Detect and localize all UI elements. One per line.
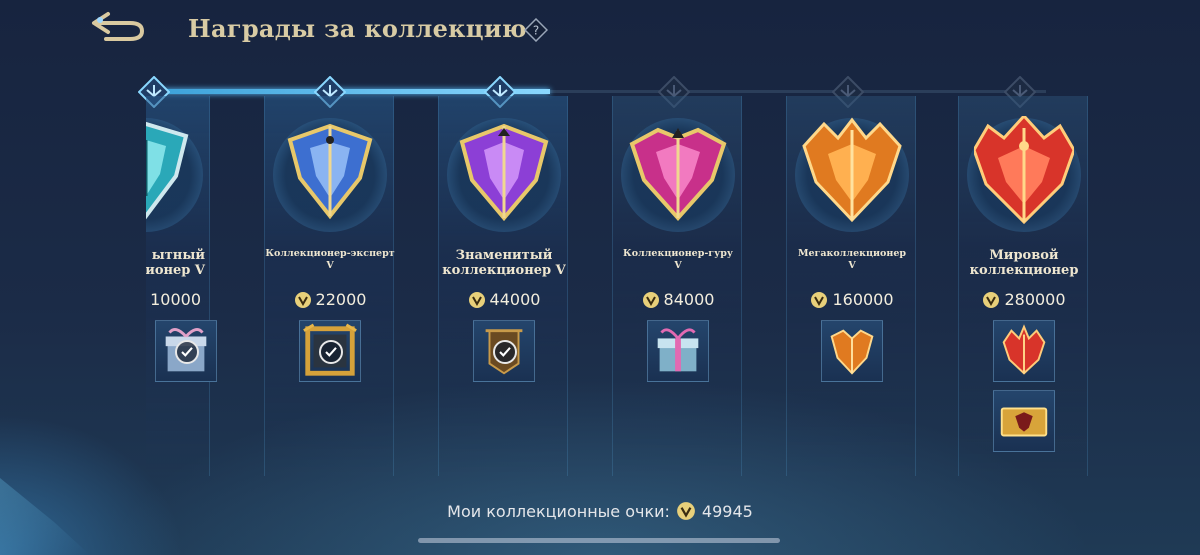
tier-points-value: 84000 [663, 290, 715, 309]
my-points: Мои коллекционные очки: 49945 [0, 501, 1200, 521]
gift-box-icon [657, 328, 699, 372]
red-emblem-icon [1002, 324, 1046, 375]
tier-points-value: 44000 [489, 290, 541, 309]
reward-item[interactable] [473, 320, 535, 382]
reward-item[interactable] [993, 390, 1055, 452]
tier-medal-icon [629, 127, 727, 221]
tier-name: ытный кционер V [146, 248, 205, 278]
my-points-label: Мои коллекционные очки: [447, 501, 670, 521]
tier-points-value: 280000 [1004, 290, 1066, 309]
claimed-check-icon [493, 340, 517, 364]
svg-text:?: ? [533, 24, 539, 38]
claimed-check-icon [175, 340, 199, 364]
gold-ticket-icon [1000, 407, 1048, 437]
tier-points-value: 22000 [315, 290, 367, 309]
tier-medal-icon [974, 116, 1074, 225]
reward-item[interactable] [155, 320, 217, 382]
tier-card[interactable]: Знаменитый коллекционер V 44000 [438, 96, 568, 476]
tier-list[interactable]: ытный кционер V 10000 Коллекционер-экспе… [146, 96, 1106, 476]
tier-points: 10000 [146, 290, 211, 309]
orange-emblem-icon [830, 329, 874, 375]
tier-card[interactable]: ытный кционер V 10000 [146, 96, 217, 476]
tier-medal-icon [459, 123, 549, 222]
reward-item[interactable] [299, 320, 361, 382]
tier-points-value: 10000 [150, 290, 201, 309]
tier-points: 44000 [439, 290, 569, 309]
tier-card[interactable]: Мировой коллекционер 280000 [958, 96, 1088, 476]
tier-name: Мегаколлекционер V [797, 248, 907, 271]
tier-card[interactable]: Мегаколлекционер V 160000 [786, 96, 916, 476]
tier-points: 22000 [265, 290, 395, 309]
collection-point-icon [677, 502, 695, 520]
home-indicator[interactable] [418, 538, 780, 543]
collection-point-icon [642, 291, 659, 308]
tier-medal-icon [802, 117, 902, 223]
tier-points: 160000 [787, 290, 917, 309]
collection-point-icon [468, 291, 485, 308]
tier-name: Коллекционер-гуру V [623, 248, 733, 271]
reward-item[interactable] [993, 320, 1055, 382]
tier-name: Коллекционер-эксперт V [265, 248, 395, 271]
tier-card[interactable]: Коллекционер-эксперт V 22000 [264, 96, 395, 476]
help-button[interactable]: ? [523, 17, 549, 43]
tier-medal-icon [146, 121, 189, 220]
back-button[interactable] [86, 6, 148, 44]
my-points-value: 49945 [701, 501, 753, 521]
reward-item[interactable] [647, 320, 709, 382]
reward-item[interactable] [821, 320, 883, 382]
tier-name: Мировой коллекционер [969, 248, 1079, 278]
tier-medal-icon [287, 123, 373, 220]
page-title: Награды за коллекцию [188, 14, 527, 43]
question-diamond-icon: ? [523, 17, 549, 43]
collection-point-icon [983, 291, 1000, 308]
tier-card[interactable]: Коллекционер-гуру V 84000 [612, 96, 742, 476]
tier-name: Знаменитый коллекционер V [442, 248, 566, 278]
tier-points: 280000 [959, 290, 1089, 309]
tier-points-value: 160000 [832, 290, 894, 309]
claimed-check-icon [319, 340, 343, 364]
collection-point-icon [294, 291, 311, 308]
tier-points: 84000 [613, 290, 743, 309]
back-arrow-icon [92, 12, 145, 41]
collection-point-icon [811, 291, 828, 308]
